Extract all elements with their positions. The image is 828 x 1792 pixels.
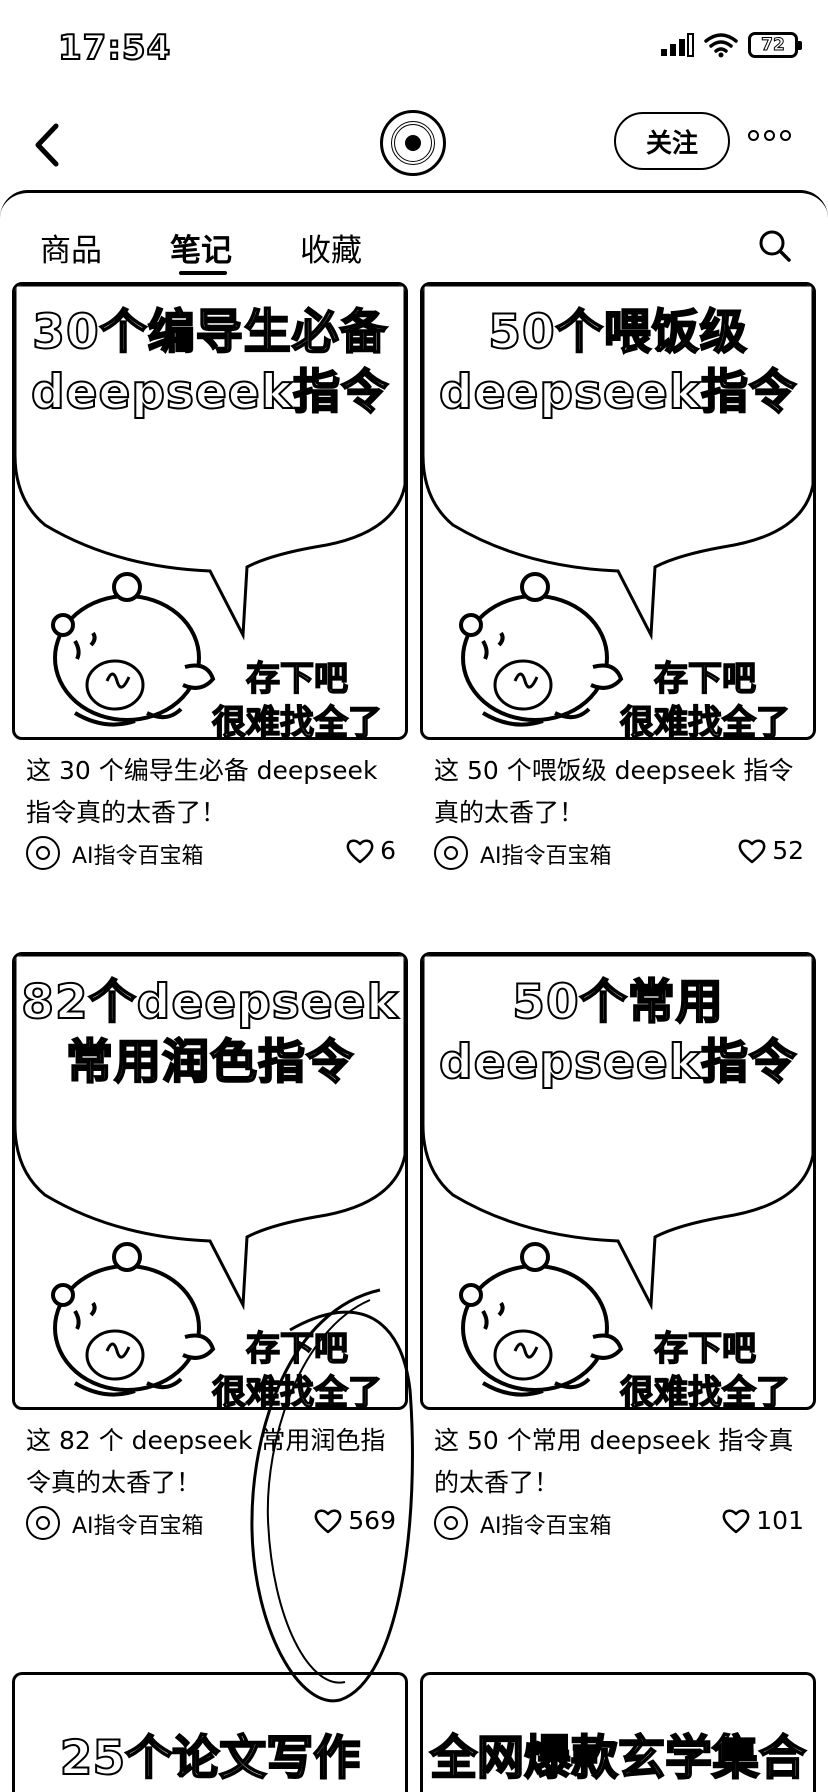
battery-icon: 72 xyxy=(748,32,802,58)
cover-caption-line: 存下吧 xyxy=(245,1328,349,1370)
note-cover-image[interactable]: 82个deepseek 常用润色指令 存下吧 很难找全了 xyxy=(12,952,408,1410)
cover-caption-line: 很难找全了 xyxy=(619,1372,791,1410)
search-icon[interactable] xyxy=(758,229,792,263)
cover-title-line: 50个常用 xyxy=(511,974,724,1031)
cover-title-line: deepseek指令 xyxy=(30,364,390,421)
like-count: 569 xyxy=(348,1506,396,1535)
signal-icon xyxy=(661,33,694,57)
author-name[interactable]: AI指令百宝箱 xyxy=(480,838,612,870)
cover-caption-line: 存下吧 xyxy=(245,658,349,700)
more-dot xyxy=(748,130,759,141)
cover-title: 25个论文写作 xyxy=(59,1730,361,1787)
note-meta: AI指令百宝箱 101 xyxy=(434,1504,804,1544)
cover-title-line: 常用润色指令 xyxy=(65,1034,354,1091)
cover-caption: 存下吧 很难找全了 xyxy=(605,1327,805,1410)
heart-icon xyxy=(738,839,766,863)
status-time: 17:54 xyxy=(57,27,172,69)
cover-title-line: deepseek指令 xyxy=(438,1034,798,1091)
author-name[interactable]: AI指令百宝箱 xyxy=(72,838,204,870)
cover-title: 50个喂饭级 deepseek指令 xyxy=(423,303,813,423)
cover-caption-line: 很难找全了 xyxy=(211,702,383,740)
chevron-left-icon[interactable] xyxy=(28,118,68,172)
profile-header: 关注 xyxy=(0,100,828,190)
like-button[interactable]: 569 xyxy=(314,1506,396,1535)
tab-notes[interactable]: 笔记 xyxy=(170,225,232,270)
more-dot xyxy=(764,130,775,141)
author-avatar[interactable] xyxy=(434,1506,468,1540)
tab-favorites[interactable]: 收藏 xyxy=(300,225,362,270)
like-count: 101 xyxy=(756,1506,804,1535)
like-button[interactable]: 6 xyxy=(346,836,396,865)
more-dot xyxy=(780,130,791,141)
cover-title-line: deepseek指令 xyxy=(438,364,798,421)
cover-caption-line: 很难找全了 xyxy=(211,1372,383,1410)
tab-products[interactable]: 商品 xyxy=(40,225,102,270)
cover-title: 50个常用 deepseek指令 xyxy=(423,973,813,1093)
cover-caption: 存下吧 很难找全了 xyxy=(197,657,397,740)
cover-caption-line: 存下吧 xyxy=(653,658,757,700)
note-card-partial[interactable]: 全网爆款玄学集合 xyxy=(420,1672,816,1792)
note-title[interactable]: 这 82 个 deepseek 常用润色指令真的太香了！ xyxy=(26,1420,396,1504)
cover-caption-line: 存下吧 xyxy=(653,1328,757,1370)
note-meta: AI指令百宝箱 569 xyxy=(26,1504,396,1544)
note-cover-image[interactable]: 30个编导生必备 deepseek指令 存下吧 很难找全了 xyxy=(12,282,408,740)
note-meta: AI指令百宝箱 52 xyxy=(434,834,804,874)
author-name[interactable]: AI指令百宝箱 xyxy=(480,1508,612,1540)
cover-caption-line: 很难找全了 xyxy=(619,702,791,740)
more-dots-icon[interactable] xyxy=(748,130,791,141)
cover-title-line: 30个编导生必备 xyxy=(31,304,388,361)
cover-title: 30个编导生必备 deepseek指令 xyxy=(15,303,405,423)
author-avatar[interactable] xyxy=(434,836,468,870)
note-cover-image[interactable]: 50个常用 deepseek指令 存下吧 很难找全了 xyxy=(420,952,816,1410)
cover-caption: 存下吧 很难找全了 xyxy=(605,657,805,740)
heart-icon xyxy=(346,839,374,863)
like-button[interactable]: 52 xyxy=(738,836,804,865)
author-avatar[interactable] xyxy=(26,836,60,870)
status-bar: 17:54 72 xyxy=(0,0,828,100)
status-icons: 72 xyxy=(660,32,802,58)
heart-icon xyxy=(314,1509,342,1533)
like-count: 6 xyxy=(380,836,396,865)
cover-caption: 存下吧 很难找全了 xyxy=(197,1327,397,1410)
author-name[interactable]: AI指令百宝箱 xyxy=(72,1508,204,1540)
note-cover-image[interactable]: 50个喂饭级 deepseek指令 存下吧 很难找全了 xyxy=(420,282,816,740)
tab-bar: 商品 笔记 收藏 xyxy=(0,193,828,285)
cover-title: 全网爆款玄学集合 xyxy=(429,1730,807,1787)
wifi-icon xyxy=(704,33,738,58)
profile-avatar[interactable] xyxy=(380,110,446,176)
cover-title-line: 50个喂饭级 xyxy=(487,304,748,361)
note-card-partial[interactable]: 25个论文写作 xyxy=(12,1672,408,1792)
note-meta: AI指令百宝箱 6 xyxy=(26,834,396,874)
author-avatar[interactable] xyxy=(26,1506,60,1540)
cover-title: 82个deepseek 常用润色指令 xyxy=(15,973,405,1093)
like-button[interactable]: 101 xyxy=(722,1506,804,1535)
note-title[interactable]: 这 50 个常用 deepseek 指令真的太香了！ xyxy=(434,1420,804,1504)
note-title[interactable]: 这 50 个喂饭级 deepseek 指令真的太香了！ xyxy=(434,750,804,834)
note-title[interactable]: 这 30 个编导生必备 deepseek 指令真的太香了！ xyxy=(26,750,396,834)
tab-active-indicator xyxy=(179,271,227,275)
follow-button[interactable]: 关注 xyxy=(614,112,730,170)
like-count: 52 xyxy=(772,836,804,865)
heart-icon xyxy=(722,1509,750,1533)
cover-title-line: 82个deepseek xyxy=(20,974,399,1031)
